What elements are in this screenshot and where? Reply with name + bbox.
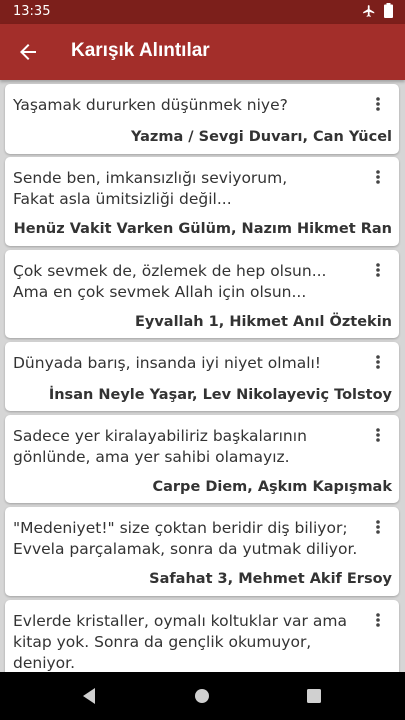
quote-text: Evlerde kristaller, oymalı koltuklar var…: [13, 612, 347, 672]
app-bar: Karışık Alıntılar: [0, 24, 405, 80]
home-circle-icon[interactable]: [190, 684, 214, 708]
status-bar: 13:35: [0, 0, 405, 24]
status-time: 13:35: [13, 4, 51, 19]
quote-card[interactable]: Sadece yer kiralayabiliriz başkalarının …: [5, 415, 399, 503]
battery-icon: [384, 3, 393, 18]
quote-text: "Medeniyet!" size çoktan beridir diş bil…: [13, 519, 358, 558]
recents-square-icon[interactable]: [302, 684, 326, 708]
quote-text: Çok sevmek de, özlemek de hep olsun... A…: [13, 262, 327, 301]
quote-source: Safahat 3, Mehmet Akif Ersoy: [149, 571, 392, 587]
quote-list[interactable]: Yaşamak dururken düşünmek niye? Yazma / …: [0, 80, 405, 672]
quote-card[interactable]: Evlerde kristaller, oymalı koltuklar var…: [5, 600, 399, 672]
status-icons: [362, 3, 393, 18]
quote-source: Eyvallah 1, Hikmet Anıl Öztekin: [134, 314, 392, 330]
more-vert-icon[interactable]: [371, 96, 385, 112]
quote-source: Henüz Vakit Varken Gülüm, Nazım Hikmet R…: [13, 221, 392, 237]
quote-source: İnsan Neyle Yaşar, Lev Nikolayeviç Tolst…: [48, 387, 392, 403]
quote-source: Yazma / Sevgi Duvarı, Can Yücel: [130, 129, 392, 145]
back-triangle-icon[interactable]: [78, 684, 102, 708]
navigation-bar: [0, 672, 405, 720]
quote-card[interactable]: "Medeniyet!" size çoktan beridir diş bil…: [5, 507, 399, 596]
arrow-left-icon[interactable]: [16, 40, 40, 64]
page-title: Karışık Alıntılar: [71, 40, 210, 61]
quote-card[interactable]: Dünyada barış, insanda iyi niyet olmalı!…: [5, 342, 399, 411]
more-vert-icon[interactable]: [371, 612, 385, 628]
more-vert-icon[interactable]: [371, 427, 385, 443]
airplane-icon: [363, 4, 375, 17]
more-vert-icon[interactable]: [371, 354, 385, 370]
quote-text: Sadece yer kiralayabiliriz başkalarının …: [13, 427, 307, 466]
quote-text: Yaşamak dururken düşünmek niye?: [13, 96, 288, 114]
quote-card[interactable]: Çok sevmek de, özlemek de hep olsun... A…: [5, 250, 399, 338]
more-vert-icon[interactable]: [371, 519, 385, 535]
quote-text: Sende ben, imkansızlığı seviyorum, Fakat…: [13, 169, 288, 208]
quote-text: Dünyada barış, insanda iyi niyet olmalı!: [13, 354, 322, 372]
more-vert-icon[interactable]: [371, 169, 385, 185]
quote-card[interactable]: Yaşamak dururken düşünmek niye? Yazma / …: [5, 84, 399, 154]
quote-source: Carpe Diem, Aşkım Kapışmak: [152, 479, 392, 495]
more-vert-icon[interactable]: [371, 262, 385, 278]
quote-card[interactable]: Sende ben, imkansızlığı seviyorum, Fakat…: [5, 157, 399, 246]
